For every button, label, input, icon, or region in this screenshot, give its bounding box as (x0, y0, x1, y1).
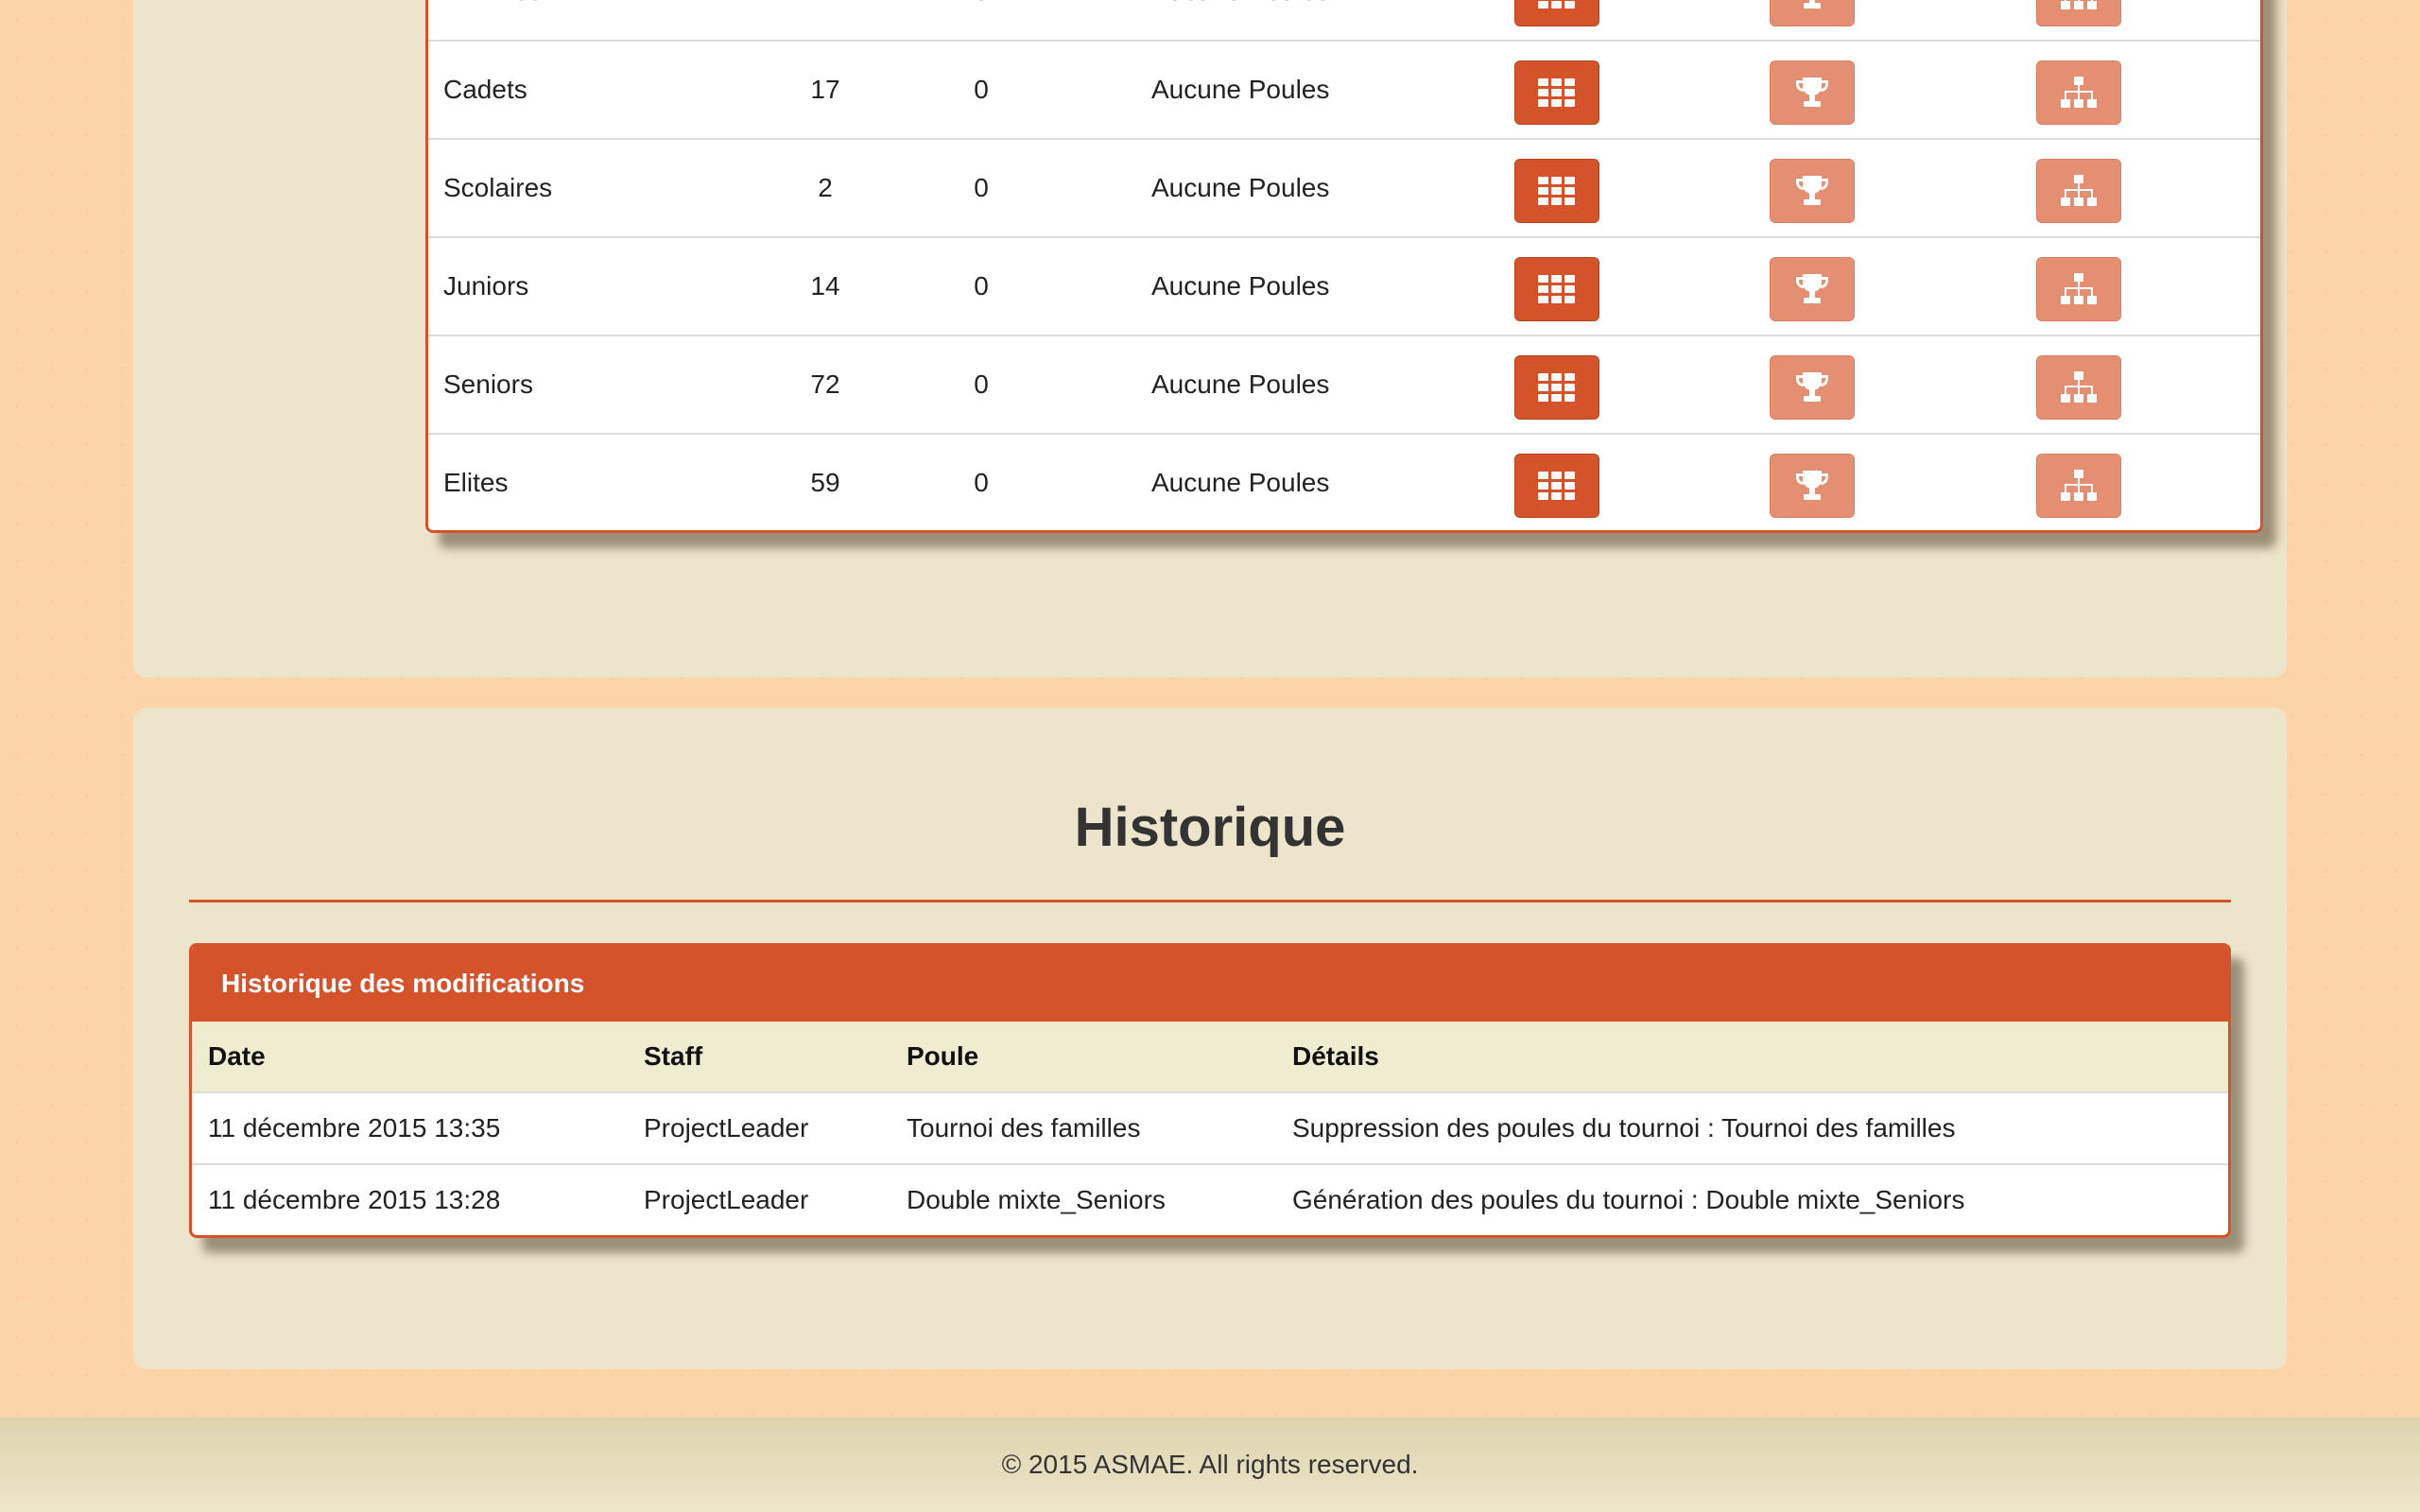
poules-status: Aucune Poules (1151, 0, 1329, 40)
poules-status: Aucune Poules (1151, 173, 1330, 202)
grid-icon (1538, 472, 1576, 500)
grid-icon (1538, 275, 1576, 303)
categories-panel: Minimes 7 0 Aucune Poules Cadets (133, 0, 2287, 678)
column-header-staff: Staff (644, 1041, 703, 1071)
poules-status: Aucune Poules (1151, 75, 1330, 104)
bracket-button[interactable] (2036, 355, 2121, 420)
table-row: Juniors 14 0 Aucune Poules (428, 238, 2260, 336)
poules-grid-button[interactable] (1514, 60, 1599, 125)
trophy-icon (1794, 0, 1830, 11)
history-section: Historique Historique des modifications … (133, 708, 2287, 1369)
poules-grid-button[interactable] (1514, 355, 1599, 420)
history-staff: ProjectLeader (644, 1185, 809, 1214)
poules-grid-button[interactable] (1514, 0, 1599, 26)
category-name: Minimes (443, 0, 542, 40)
trophy-icon (1794, 370, 1830, 404)
sitemap-icon (2060, 0, 2098, 10)
player-count: 7 (787, 0, 863, 40)
table-row: Minimes 7 0 Aucune Poules (428, 0, 2260, 42)
table-row: Scolaires 2 0 Aucune Poules (428, 140, 2260, 238)
sitemap-icon (2060, 371, 2098, 404)
trophy-button[interactable] (1770, 257, 1855, 321)
history-date: 11 décembre 2015 13:28 (208, 1185, 501, 1214)
poule-count: 0 (974, 173, 989, 202)
grid-icon (1538, 78, 1576, 107)
column-header-date: Date (208, 1041, 266, 1071)
table-row: Cadets 17 0 Aucune Poules (428, 42, 2260, 140)
history-table: Historique des modifications Date Staff … (189, 943, 2231, 1238)
table-row: Elites 59 0 Aucune Poules (428, 435, 2260, 530)
category-name: Cadets (443, 75, 527, 104)
trophy-icon (1794, 76, 1830, 110)
category-name: Scolaires (443, 173, 553, 202)
player-count: 17 (810, 75, 840, 104)
poule-count: 0 (953, 0, 1010, 40)
table-row: Seniors 72 0 Aucune Poules (428, 336, 2260, 435)
trophy-icon (1794, 469, 1830, 503)
bracket-button[interactable] (2036, 0, 2121, 26)
category-name: Elites (443, 467, 509, 497)
table-header-row: Date Staff Poule Détails (192, 1022, 2228, 1093)
poule-count: 0 (974, 75, 989, 104)
poules-grid-button[interactable] (1514, 257, 1599, 321)
grid-icon (1538, 0, 1576, 9)
sitemap-icon (2060, 175, 2098, 207)
trophy-icon (1794, 272, 1830, 306)
column-header-details: Détails (1292, 1041, 1379, 1071)
player-count: 14 (810, 271, 840, 301)
bracket-button[interactable] (2036, 454, 2121, 518)
trophy-button[interactable] (1770, 0, 1855, 26)
history-poule: Double mixte_Seniors (907, 1185, 1166, 1214)
sitemap-icon (2060, 77, 2098, 109)
history-staff: ProjectLeader (644, 1113, 809, 1143)
history-details: Suppression des poules du tournoi : Tour… (1292, 1113, 1956, 1143)
history-panel-title: Historique des modifications (192, 946, 2228, 1022)
section-title: Historique (1074, 797, 1346, 858)
category-name: Juniors (443, 271, 529, 301)
grid-icon (1538, 373, 1576, 402)
table-row: 11 décembre 2015 13:35 ProjectLeader Tou… (192, 1093, 2228, 1165)
trophy-button[interactable] (1770, 454, 1855, 518)
poules-grid-button[interactable] (1514, 159, 1599, 223)
player-count: 2 (818, 173, 833, 202)
poules-status: Aucune Poules (1151, 467, 1330, 497)
player-count: 59 (810, 467, 840, 497)
column-header-poule: Poule (907, 1041, 979, 1071)
poule-count: 0 (974, 271, 989, 301)
category-name: Seniors (443, 369, 533, 399)
history-date: 11 décembre 2015 13:35 (208, 1113, 501, 1143)
poules-grid-button[interactable] (1514, 454, 1599, 518)
history-details: Génération des poules du tournoi : Doubl… (1292, 1185, 1965, 1214)
grid-icon (1538, 177, 1576, 205)
table-row: 11 décembre 2015 13:28 ProjectLeader Dou… (192, 1165, 2228, 1235)
categories-table: Minimes 7 0 Aucune Poules Cadets (425, 0, 2263, 533)
poule-count: 0 (974, 467, 989, 497)
copyright-text: © 2015 ASMAE. All rights reserved. (1001, 1450, 1419, 1479)
bracket-button[interactable] (2036, 159, 2121, 223)
poules-status: Aucune Poules (1151, 271, 1330, 301)
trophy-icon (1794, 174, 1830, 208)
sitemap-icon (2060, 273, 2098, 305)
poule-count: 0 (974, 369, 989, 399)
trophy-button[interactable] (1770, 355, 1855, 420)
history-poule: Tournoi des familles (907, 1113, 1141, 1143)
bracket-button[interactable] (2036, 60, 2121, 125)
poules-status: Aucune Poules (1151, 369, 1330, 399)
trophy-button[interactable] (1770, 159, 1855, 223)
footer: © 2015 ASMAE. All rights reserved. (0, 1418, 2420, 1512)
player-count: 72 (810, 369, 840, 399)
bracket-button[interactable] (2036, 257, 2121, 321)
divider (189, 900, 2231, 902)
sitemap-icon (2060, 470, 2098, 502)
trophy-button[interactable] (1770, 60, 1855, 125)
